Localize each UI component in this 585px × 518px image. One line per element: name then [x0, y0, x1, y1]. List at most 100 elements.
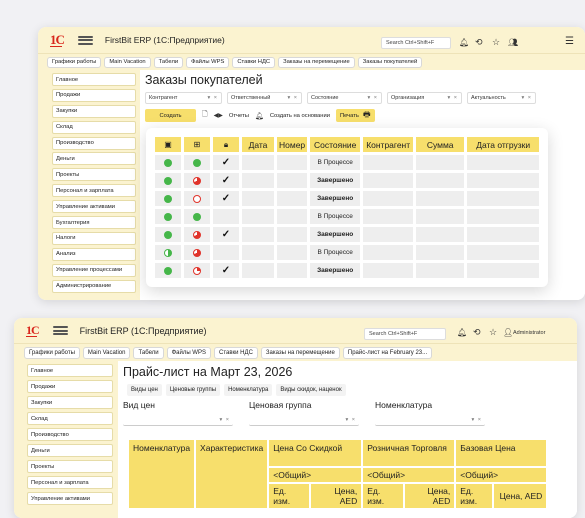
- sidebar-item[interactable]: Производство: [27, 428, 113, 441]
- star-icon[interactable]: ☆: [492, 37, 500, 48]
- tab[interactable]: Main Vacation: [82, 346, 131, 359]
- table-row[interactable]: ✓ В Процессе: [155, 155, 540, 170]
- sidebar-item[interactable]: Управление активами: [52, 200, 136, 214]
- copy-icon[interactable]: 🗋: [202, 110, 208, 121]
- sidebar-item[interactable]: Анализ: [52, 247, 136, 261]
- search-input[interactable]: Search Ctrl+Shift+F: [381, 37, 451, 49]
- menu-icon[interactable]: [77, 35, 93, 45]
- sidebar-item[interactable]: Управление процессами: [52, 263, 136, 277]
- tab[interactable]: Ставки НДС: [213, 346, 258, 359]
- sidebar-item[interactable]: Продажи: [52, 88, 136, 102]
- subtab[interactable]: Ценовые группы: [165, 384, 221, 396]
- sidebar-item[interactable]: Персонал и зарплата: [52, 184, 136, 198]
- tab-active[interactable]: Прайс-лист на February 23...: [342, 346, 433, 359]
- reports-button[interactable]: Отчеты: [229, 109, 249, 122]
- menu-icon[interactable]: [52, 326, 68, 335]
- sidebar-item[interactable]: Склад: [52, 120, 136, 134]
- filter-select[interactable]: ▾ ×: [375, 414, 485, 426]
- table-row[interactable]: ✓ Завершено: [155, 263, 540, 278]
- tab[interactable]: Заказы на перемещение: [278, 56, 355, 68]
- general-label: <Общий>: [269, 468, 362, 482]
- history-icon[interactable]: ⟲: [475, 37, 483, 48]
- subtab[interactable]: Номенклатура: [224, 384, 273, 396]
- grid-header[interactable]: Дата отгрузки: [467, 137, 540, 152]
- payment-cell: [184, 155, 210, 170]
- subtab[interactable]: Виды цен: [127, 384, 162, 396]
- table-row[interactable]: В Процессе: [155, 209, 540, 224]
- filter-controls-icon: ▾ ×: [207, 95, 218, 101]
- nav-arrows-icon[interactable]: ◀▶: [214, 112, 223, 119]
- tab[interactable]: Файлы WPS: [166, 346, 211, 359]
- sidebar-item[interactable]: Деньги: [52, 152, 136, 166]
- tab-active[interactable]: Заказы покупателей: [357, 56, 423, 68]
- star-icon[interactable]: ☆: [489, 327, 497, 338]
- sidebar-item[interactable]: Проекты: [27, 460, 113, 473]
- search-input[interactable]: Search Ctrl+Shift+F: [364, 328, 446, 340]
- bell-icon[interactable]: 🔔︎: [459, 38, 469, 47]
- tab[interactable]: Табели: [153, 56, 184, 68]
- grid-header[interactable]: Дата: [242, 137, 274, 152]
- grid-header[interactable]: Состояние: [310, 137, 361, 152]
- filter-field[interactable]: Контрагент ▾ ×: [145, 92, 222, 104]
- table-row[interactable]: ✓ Завершено: [155, 227, 540, 242]
- sidebar-item[interactable]: Проекты: [52, 168, 136, 182]
- tab[interactable]: Заказы на перемещение: [260, 346, 340, 359]
- window-menu-icon[interactable]: ☰: [565, 36, 574, 47]
- status-cell: [155, 245, 181, 260]
- sidebar-item[interactable]: Администрирование: [52, 279, 136, 293]
- print-button[interactable]: Печать 🖶: [335, 109, 375, 122]
- sidebar-item[interactable]: Бухгалтерия: [52, 216, 136, 230]
- orders-grid: ▣ ⊞ 🔒︎ Дата Номер Состояние Контрагент Сумма…: [146, 128, 549, 287]
- tab[interactable]: Графики работы: [47, 56, 102, 68]
- subtab[interactable]: Виды скидок, наценок: [276, 384, 346, 396]
- status-cell: [155, 209, 181, 224]
- price-table: Номенклатура Характеристика Цена Со Скид…: [127, 438, 548, 510]
- create-based-button[interactable]: Создать на основании: [270, 109, 330, 122]
- group-discount-price: Цена Со Скидкой: [269, 440, 362, 466]
- tab[interactable]: Файлы WPS: [186, 56, 230, 68]
- users-icon[interactable]: 👥︎: [508, 38, 518, 47]
- tab[interactable]: Графики работы: [24, 346, 80, 359]
- tab[interactable]: Табели: [133, 346, 164, 359]
- sidebar-item[interactable]: Главное: [27, 364, 113, 377]
- user-icon[interactable]: 👤︎: [503, 328, 513, 337]
- filter-field[interactable]: Организация ▾ ×: [387, 92, 462, 104]
- printer-icon: 🖶: [362, 109, 371, 119]
- sidebar-item[interactable]: Склад: [27, 412, 113, 425]
- posted-cell: [213, 209, 239, 224]
- sidebar-item[interactable]: Продажи: [27, 380, 113, 393]
- payment-cell: [184, 263, 210, 278]
- create-button[interactable]: Создать: [145, 109, 196, 122]
- table-row[interactable]: В Процессе: [155, 245, 540, 260]
- sidebar-item[interactable]: Производство: [52, 136, 136, 150]
- table-row[interactable]: ✓ Завершено: [155, 173, 540, 188]
- empty-cell: [242, 209, 274, 224]
- filter-field[interactable]: Актуальность ▾ ×: [467, 92, 536, 104]
- page-title: Прайс-лист на Март 23, 2026: [123, 365, 293, 379]
- state-cell: В Процессе: [310, 155, 361, 170]
- sidebar-item[interactable]: Деньги: [27, 444, 113, 457]
- status-cell: [155, 263, 181, 278]
- history-icon[interactable]: ⟲: [473, 327, 481, 338]
- grid-header[interactable]: Сумма: [416, 137, 465, 152]
- bell-icon[interactable]: 🔔︎: [255, 112, 264, 120]
- filter-select[interactable]: ▾ ×: [123, 414, 233, 426]
- grid-header[interactable]: Контрагент: [363, 137, 414, 152]
- sidebar-item[interactable]: Управление активами: [27, 492, 113, 505]
- bell-icon[interactable]: 🔔︎: [457, 328, 467, 337]
- user-name[interactable]: Administrator: [513, 330, 545, 336]
- tab[interactable]: Ставки НДС: [232, 56, 276, 68]
- filter-field[interactable]: Состояние ▾ ×: [307, 92, 382, 104]
- table-row[interactable]: ✓ Завершено: [155, 191, 540, 206]
- sidebar-item[interactable]: Главное: [52, 73, 136, 86]
- filter-select[interactable]: ▾ ×: [249, 414, 359, 426]
- filter-field[interactable]: Ответственный ▾ ×: [227, 92, 302, 104]
- app-title: FirstBit ERP (1С:Предприятие): [104, 35, 225, 45]
- sidebar-item[interactable]: Налоги: [52, 231, 136, 245]
- check-icon: ✓: [221, 175, 231, 186]
- sidebar-item[interactable]: Закупки: [52, 104, 136, 118]
- sidebar-item[interactable]: Персонал и зарплата: [27, 476, 113, 489]
- sidebar-item[interactable]: Закупки: [27, 396, 113, 409]
- tab[interactable]: Main Vacation: [104, 56, 151, 68]
- grid-header[interactable]: Номер: [277, 137, 308, 152]
